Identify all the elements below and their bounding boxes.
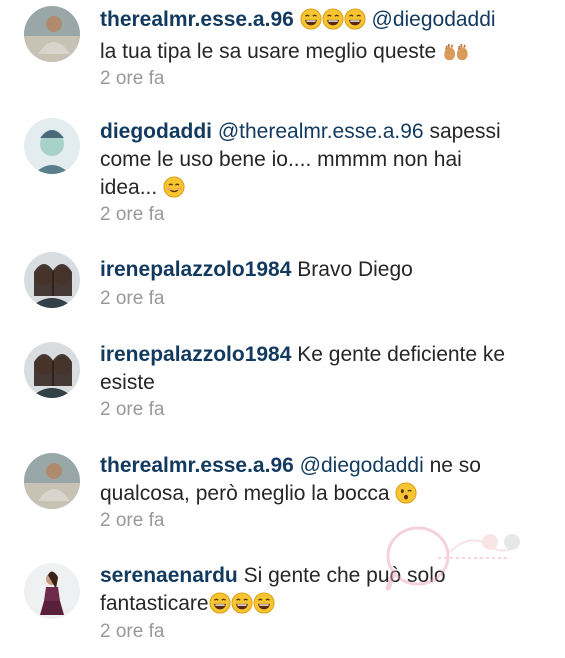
comment-text: la tua tipa le sa usare meglio queste bbox=[100, 40, 437, 63]
comment-username[interactable]: irenepalazzolo1984 bbox=[100, 258, 291, 281]
watermark-logo bbox=[385, 526, 520, 591]
comment-username[interactable]: serenaenardu bbox=[100, 564, 238, 587]
comment-username[interactable]: therealmr.esse.a.96 bbox=[100, 8, 294, 31]
comment-body: irenepalazzolo1984 Bravo Diego bbox=[100, 256, 539, 284]
grinning-face-icon bbox=[231, 592, 253, 622]
comment-text: Bravo Diego bbox=[297, 258, 413, 281]
grinning-face-icon bbox=[209, 592, 231, 622]
comment-timestamp: 2 ore fa bbox=[100, 510, 165, 531]
grinning-face-icon bbox=[253, 592, 275, 622]
comment-timestamp: 2 ore fa bbox=[100, 621, 165, 642]
grinning-face-icon bbox=[322, 8, 344, 38]
comment-username[interactable]: diegodaddi bbox=[100, 120, 212, 143]
comment-text: Ke gente deficiente ke bbox=[297, 343, 506, 366]
comment-body: irenepalazzolo1984 Ke gente deficiente k… bbox=[100, 341, 539, 397]
comment-body: therealmr.esse.a.96 @diegodaddi la tua t… bbox=[100, 6, 539, 70]
comment-mention[interactable]: @diegodaddi bbox=[372, 8, 496, 31]
grinning-face-icon bbox=[300, 8, 322, 38]
avatar[interactable] bbox=[24, 453, 80, 509]
smiling-face-icon bbox=[163, 176, 185, 206]
comment-text: ne so bbox=[429, 454, 481, 477]
comment-text: idea... bbox=[100, 176, 158, 199]
grinning-face-icon bbox=[344, 8, 366, 38]
comment-mention[interactable]: @diegodaddi bbox=[300, 454, 424, 477]
comment-text: esiste bbox=[100, 371, 155, 394]
comment-timestamp: 2 ore fa bbox=[100, 399, 165, 420]
avatar[interactable] bbox=[24, 118, 80, 174]
winking-face-icon bbox=[395, 482, 417, 512]
comment-timestamp: 2 ore fa bbox=[100, 288, 165, 309]
comment-mention[interactable]: @therealmr.esse.a.96 bbox=[218, 120, 424, 143]
comment-text: qualcosa, però meglio la bocca bbox=[100, 482, 390, 505]
comment-body: therealmr.esse.a.96 @diegodaddi ne so qu… bbox=[100, 452, 539, 512]
avatar[interactable] bbox=[24, 563, 80, 619]
comment-timestamp: 2 ore fa bbox=[100, 204, 165, 225]
avatar[interactable] bbox=[24, 252, 80, 308]
comment-text: fantasticare bbox=[100, 592, 209, 615]
comment-body: diegodaddi @therealmr.esse.a.96 sapessi … bbox=[100, 118, 539, 206]
avatar[interactable] bbox=[24, 6, 80, 62]
avatar[interactable] bbox=[24, 342, 80, 398]
comment-timestamp: 2 ore fa bbox=[100, 68, 165, 89]
open-hands-icon bbox=[442, 42, 470, 70]
comment-text: come le uso bene io.... mmmm non hai bbox=[100, 148, 462, 171]
comment-text: sapessi bbox=[429, 120, 501, 143]
comment-username[interactable]: irenepalazzolo1984 bbox=[100, 343, 291, 366]
comment-username[interactable]: therealmr.esse.a.96 bbox=[100, 454, 294, 477]
